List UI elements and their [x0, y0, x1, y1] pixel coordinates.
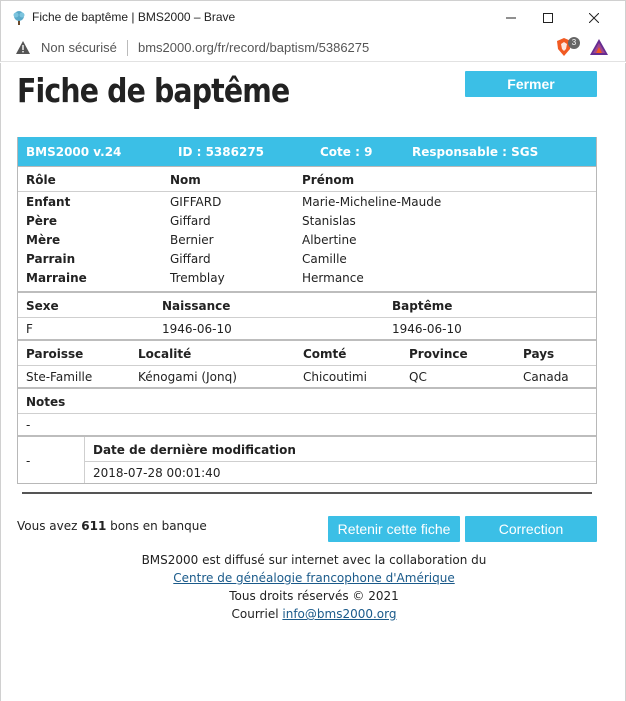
person-prenom: Camille	[302, 252, 347, 266]
correction-button[interactable]: Correction	[465, 516, 597, 542]
header-province: Province	[409, 347, 468, 361]
header-prenom: Prénom	[302, 173, 355, 187]
person-nom: Tremblay	[170, 271, 225, 285]
bank-suffix: bons en banque	[110, 519, 207, 533]
baptism-record: BMS2000 v.24 ID : 5386275 Cote : 9 Respo…	[17, 137, 597, 484]
contact-prefix: Courriel	[231, 607, 279, 621]
maximize-button[interactable]	[525, 1, 571, 35]
warning-icon[interactable]	[16, 41, 30, 54]
window-titlebar: Fiche de baptême | BMS2000 – Brave	[0, 0, 626, 34]
header-bapteme: Baptême	[392, 299, 453, 313]
province-value: QC	[409, 370, 427, 384]
close-window-button[interactable]	[571, 1, 617, 35]
person-role: Père	[26, 214, 57, 228]
person-role: Mère	[26, 233, 61, 247]
address-separator	[127, 40, 128, 56]
header-modification-date: Date de dernière modification	[93, 443, 296, 457]
minimize-icon	[506, 17, 516, 19]
record-cote: Cote : 9	[320, 145, 373, 159]
bapteme-value: 1946-06-10	[392, 322, 462, 336]
record-id: ID : 5386275	[178, 145, 265, 159]
sexe-value: F	[26, 322, 33, 336]
table-row: F 1946-06-10 1946-06-10	[18, 317, 596, 339]
record-version: BMS2000 v.24	[26, 145, 122, 159]
notes-row: -	[18, 413, 596, 435]
persons-header-row: Rôle Nom Prénom	[18, 167, 596, 191]
modification-right-cell: Date de dernière modification 2018-07-28…	[85, 437, 596, 483]
footer: BMS2000 est diffusé sur internet avec la…	[1, 551, 626, 623]
header-nom: Nom	[170, 173, 201, 187]
header-naissance: Naissance	[162, 299, 231, 313]
person-role: Enfant	[26, 195, 71, 209]
vitals-header-row: Sexe Naissance Baptême	[18, 293, 596, 317]
person-role: Parrain	[26, 252, 76, 266]
header-role: Rôle	[26, 173, 56, 187]
footer-line1: BMS2000 est diffusé sur internet avec la…	[141, 553, 487, 567]
place-section: Paroisse Localité Comté Province Pays St…	[18, 339, 596, 387]
header-localite: Localité	[138, 347, 192, 361]
person-nom: Giffard	[170, 252, 211, 266]
person-role: Marraine	[26, 271, 87, 285]
close-icon	[589, 13, 599, 23]
header-sexe: Sexe	[26, 299, 59, 313]
comte-value: Chicoutimi	[303, 370, 367, 384]
insecure-label[interactable]: Non sécurisé	[41, 40, 117, 55]
modification-row: 2018-07-28 00:01:40	[85, 461, 596, 483]
bank-balance: Vous avez 611 bons en banque	[17, 519, 207, 533]
url-text[interactable]: bms2000.org/fr/record/baptism/5386275	[138, 40, 369, 55]
record-responsable: Responsable : SGS	[412, 145, 539, 159]
brave-rewards-icon[interactable]	[590, 39, 608, 55]
table-row: Marraine Tremblay Hermance	[18, 268, 596, 287]
contact-line: Courriel info@bms2000.org	[1, 605, 626, 623]
person-prenom: Albertine	[302, 233, 357, 247]
modification-left-cell: -	[18, 437, 85, 483]
persons-body: Enfant GIFFARD Marie-Micheline-Maude Pèr…	[18, 191, 596, 291]
header-comte: Comté	[303, 347, 347, 361]
pays-value: Canada	[523, 370, 569, 384]
address-bar[interactable]: Non sécurisé bms2000.org/fr/record/bapti…	[0, 34, 626, 62]
persons-section: Rôle Nom Prénom Enfant GIFFARD Marie-Mic…	[18, 166, 596, 291]
contact-email-link[interactable]: info@bms2000.org	[282, 607, 396, 621]
notes-section: Notes -	[18, 387, 596, 435]
table-row: Enfant GIFFARD Marie-Micheline-Maude	[18, 192, 596, 211]
header-notes: Notes	[26, 395, 66, 409]
keep-record-button[interactable]: Retenir cette fiche	[328, 516, 460, 542]
person-prenom: Stanislas	[302, 214, 356, 228]
app-tree-icon	[13, 11, 25, 25]
header-paroisse: Paroisse	[26, 347, 84, 361]
place-header-row: Paroisse Localité Comté Province Pays	[18, 341, 596, 365]
modification-section: - Date de dernière modification 2018-07-…	[18, 435, 596, 483]
page-content: Fiche de baptême Fermer BMS2000 v.24 ID …	[0, 63, 626, 701]
naissance-value: 1946-06-10	[162, 322, 232, 336]
vitals-section: Sexe Naissance Baptême F 1946-06-10 1946…	[18, 291, 596, 339]
paroisse-value: Ste-Famille	[26, 370, 93, 384]
maximize-icon	[543, 13, 553, 23]
header-pays: Pays	[523, 347, 555, 361]
person-prenom: Marie-Micheline-Maude	[302, 195, 442, 209]
person-nom: GIFFARD	[170, 195, 222, 209]
window-title: Fiche de baptême | BMS2000 – Brave	[32, 10, 236, 24]
person-prenom: Hermance	[302, 271, 364, 285]
table-row: Ste-Famille Kénogami (Jonq) Chicoutimi Q…	[18, 365, 596, 387]
record-header-bar: BMS2000 v.24 ID : 5386275 Cote : 9 Respo…	[18, 137, 596, 166]
shield-count-badge: 3	[568, 37, 580, 49]
bank-count: 611	[81, 519, 107, 533]
table-row: Mère Bernier Albertine	[18, 230, 596, 249]
copyright: Tous droits réservés © 2021	[229, 589, 399, 603]
notes-header-row: Notes	[18, 389, 596, 413]
page-title: Fiche de baptême	[17, 71, 290, 110]
person-nom: Bernier	[170, 233, 214, 247]
close-button[interactable]: Fermer	[465, 71, 597, 97]
divider	[22, 492, 592, 494]
modification-left-value: -	[26, 454, 31, 468]
localite-value: Kénogami (Jonq)	[138, 370, 237, 384]
person-nom: Giffard	[170, 214, 211, 228]
modification-date-value: 2018-07-28 00:01:40	[93, 466, 221, 480]
notes-value: -	[26, 418, 31, 432]
table-row: Père Giffard Stanislas	[18, 211, 596, 230]
table-row: Parrain Giffard Camille	[18, 249, 596, 268]
modification-header-row: Date de dernière modification	[85, 437, 596, 461]
cgfa-link[interactable]: Centre de généalogie francophone d'Améri…	[173, 571, 454, 585]
bank-prefix: Vous avez	[17, 519, 78, 533]
